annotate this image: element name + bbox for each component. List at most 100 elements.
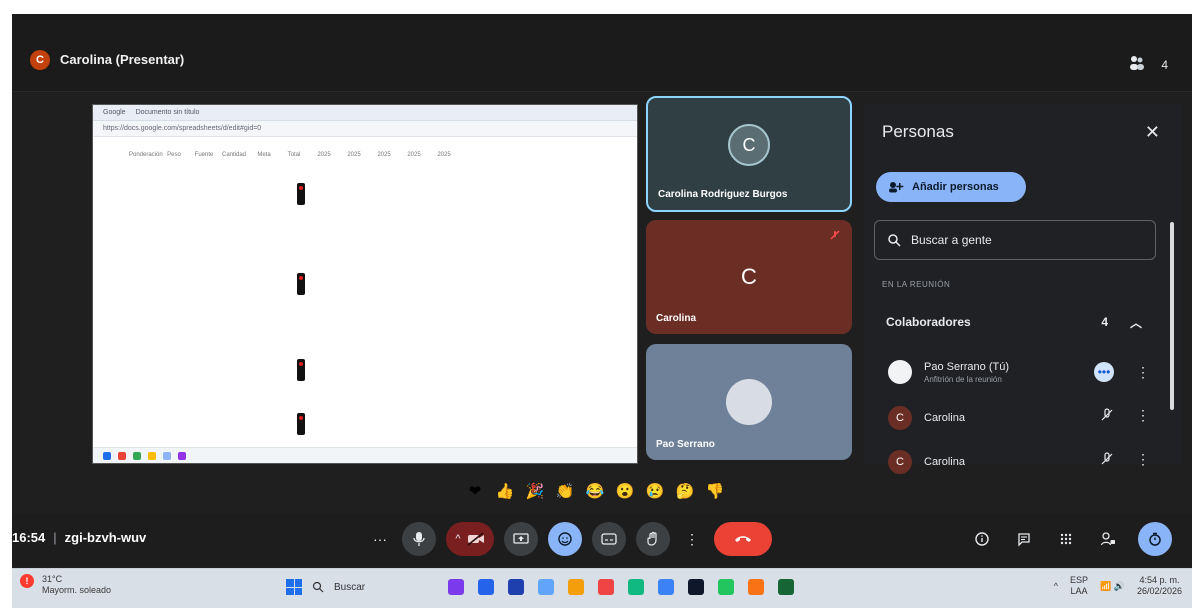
- muted-mic-icon: [830, 230, 840, 240]
- raise-hand-button[interactable]: [636, 522, 670, 556]
- laugh-reaction[interactable]: 😂: [586, 482, 605, 500]
- chat-button[interactable]: [1012, 527, 1036, 551]
- avatar-initial: C: [896, 456, 904, 468]
- sheet-header: Total: [287, 152, 301, 158]
- app-icon: [148, 451, 156, 460]
- thinking-reaction[interactable]: 🤔: [676, 482, 695, 500]
- timer-button[interactable]: [1138, 522, 1172, 556]
- collaborators-group[interactable]: Colaboradores 4 ︿: [874, 302, 1162, 342]
- camera-toggle-button[interactable]: ^: [446, 522, 494, 556]
- leave-call-button[interactable]: [714, 522, 772, 556]
- meeting-details-button[interactable]: [970, 527, 994, 551]
- sheet-header: Fuente: [194, 152, 214, 158]
- thumbs-down-reaction[interactable]: 👎: [706, 482, 725, 500]
- participant-name: Carolina Rodriguez Burgos: [658, 189, 788, 200]
- captions-icon: [601, 533, 617, 545]
- more-options-icon[interactable]: •••: [1094, 362, 1114, 382]
- add-people-label: Añadir personas: [912, 181, 999, 193]
- participant-avatar: C: [728, 256, 770, 298]
- participant-tile[interactable]: C Carolina Rodriguez Burgos: [646, 96, 852, 212]
- sheet-header: Cantidad: [221, 152, 247, 158]
- sheet-header: 2025: [377, 152, 391, 158]
- meet-bottom-bar: 16:54 | zgi-bzvh-wuv ··· ^ ⋮: [12, 514, 1192, 566]
- chevron-up-icon[interactable]: ^: [455, 533, 460, 545]
- microphone-button[interactable]: [402, 522, 436, 556]
- close-icon[interactable]: ✕: [1145, 122, 1160, 143]
- thumbs-up-reaction[interactable]: 👍: [496, 482, 515, 500]
- add-people-button[interactable]: Añadir personas: [876, 172, 1026, 202]
- app-icon: [163, 451, 171, 460]
- search-icon[interactable]: [312, 581, 324, 593]
- traffic-light-icon: [297, 273, 305, 295]
- shared-screen: Google Documento sin título https://docs…: [92, 104, 638, 464]
- app-icon[interactable]: [508, 579, 524, 595]
- browser-url: https://docs.google.com/spreadsheets/d/e…: [93, 121, 637, 137]
- windows-start-icon[interactable]: [286, 579, 302, 595]
- app-icon[interactable]: [658, 579, 674, 595]
- surprised-reaction[interactable]: 😮: [616, 482, 635, 500]
- scrollbar[interactable]: [1170, 222, 1174, 410]
- excel-icon[interactable]: [778, 579, 794, 595]
- pinned-apps: [448, 579, 794, 595]
- people-icon[interactable]: [1128, 54, 1146, 72]
- app-icon[interactable]: [448, 579, 464, 595]
- app-icon[interactable]: [748, 579, 764, 595]
- app-icon[interactable]: [598, 579, 614, 595]
- tray-chevron-icon[interactable]: ^: [1054, 581, 1058, 591]
- language-indicator[interactable]: ESP LAA: [1070, 575, 1088, 597]
- sheet-header: Ponderación: [129, 152, 163, 158]
- participant-avatar: C: [728, 124, 770, 167]
- timer-icon: [1149, 532, 1161, 546]
- participant-actions: ⋮: [1100, 452, 1150, 466]
- app-icon[interactable]: [538, 579, 554, 595]
- folder-icon[interactable]: [568, 579, 584, 595]
- app-icon: [133, 451, 141, 460]
- kebab-menu-icon[interactable]: ⋮: [1136, 408, 1150, 422]
- traffic-light-icon: [297, 183, 305, 205]
- more-mic-options-button[interactable]: ···: [368, 522, 392, 556]
- emoji-button[interactable]: [548, 522, 582, 556]
- separator: |: [53, 530, 57, 545]
- participant-row[interactable]: C Carolina ⋮: [874, 440, 1162, 484]
- presenter-title: Carolina (Presentar): [60, 52, 185, 67]
- sad-reaction[interactable]: 😢: [646, 482, 665, 500]
- weather-widget[interactable]: ! 31°C Mayorm. soleado: [20, 574, 111, 596]
- chevron-up-icon[interactable]: ︿: [1130, 314, 1142, 331]
- participant-name: Pao Serrano: [656, 439, 715, 450]
- present-screen-button[interactable]: [504, 522, 538, 556]
- captions-button[interactable]: [592, 522, 626, 556]
- people-search-input[interactable]: Buscar a gente: [874, 220, 1156, 260]
- muted-mic-icon[interactable]: [1100, 452, 1114, 466]
- apps-grid-icon: [1060, 533, 1072, 545]
- chrome-icon[interactable]: [628, 579, 644, 595]
- more-options-button[interactable]: ⋮: [680, 522, 704, 556]
- clap-reaction[interactable]: 👏: [556, 482, 575, 500]
- camera-off-icon: [467, 532, 484, 546]
- participant-row[interactable]: Pao Serrano (Tú) Anfitrión de la reunión…: [874, 350, 1162, 394]
- sheet-header: 2025: [407, 152, 421, 158]
- heart-reaction[interactable]: ❤: [466, 482, 484, 500]
- muted-mic-icon[interactable]: [1100, 408, 1114, 422]
- host-controls-button[interactable]: [1096, 527, 1120, 551]
- participant-details: Pao Serrano (Tú) Anfitrión de la reunión: [924, 361, 1009, 384]
- clock[interactable]: 4:54 p. m. 26/02/2026: [1137, 575, 1182, 597]
- participant-tile[interactable]: C Carolina: [646, 220, 852, 334]
- weather-icon: !: [20, 574, 34, 588]
- app-icon[interactable]: [718, 579, 734, 595]
- search-label[interactable]: Buscar: [334, 582, 365, 593]
- hand-icon: [647, 531, 657, 546]
- party-reaction[interactable]: 🎉: [526, 482, 545, 500]
- network-volume-icons[interactable]: 📶 🔊: [1100, 581, 1125, 592]
- app-icon[interactable]: [478, 579, 494, 595]
- kebab-menu-icon[interactable]: ⋮: [1136, 452, 1150, 466]
- kebab-menu-icon[interactable]: ⋮: [1136, 365, 1150, 379]
- activities-button[interactable]: [1054, 527, 1078, 551]
- app-icon[interactable]: [688, 579, 704, 595]
- add-person-icon: [889, 182, 904, 193]
- sheet-block: Ponderación Peso Fuente Cantidad Meta To…: [129, 149, 629, 209]
- lock-person-icon: [1100, 532, 1115, 546]
- participant-row[interactable]: C Carolina ⋮: [874, 396, 1162, 440]
- participant-tile[interactable]: Pao Serrano: [646, 344, 852, 460]
- taskbar-search-area: Buscar: [286, 579, 365, 595]
- avatar: C: [888, 450, 912, 474]
